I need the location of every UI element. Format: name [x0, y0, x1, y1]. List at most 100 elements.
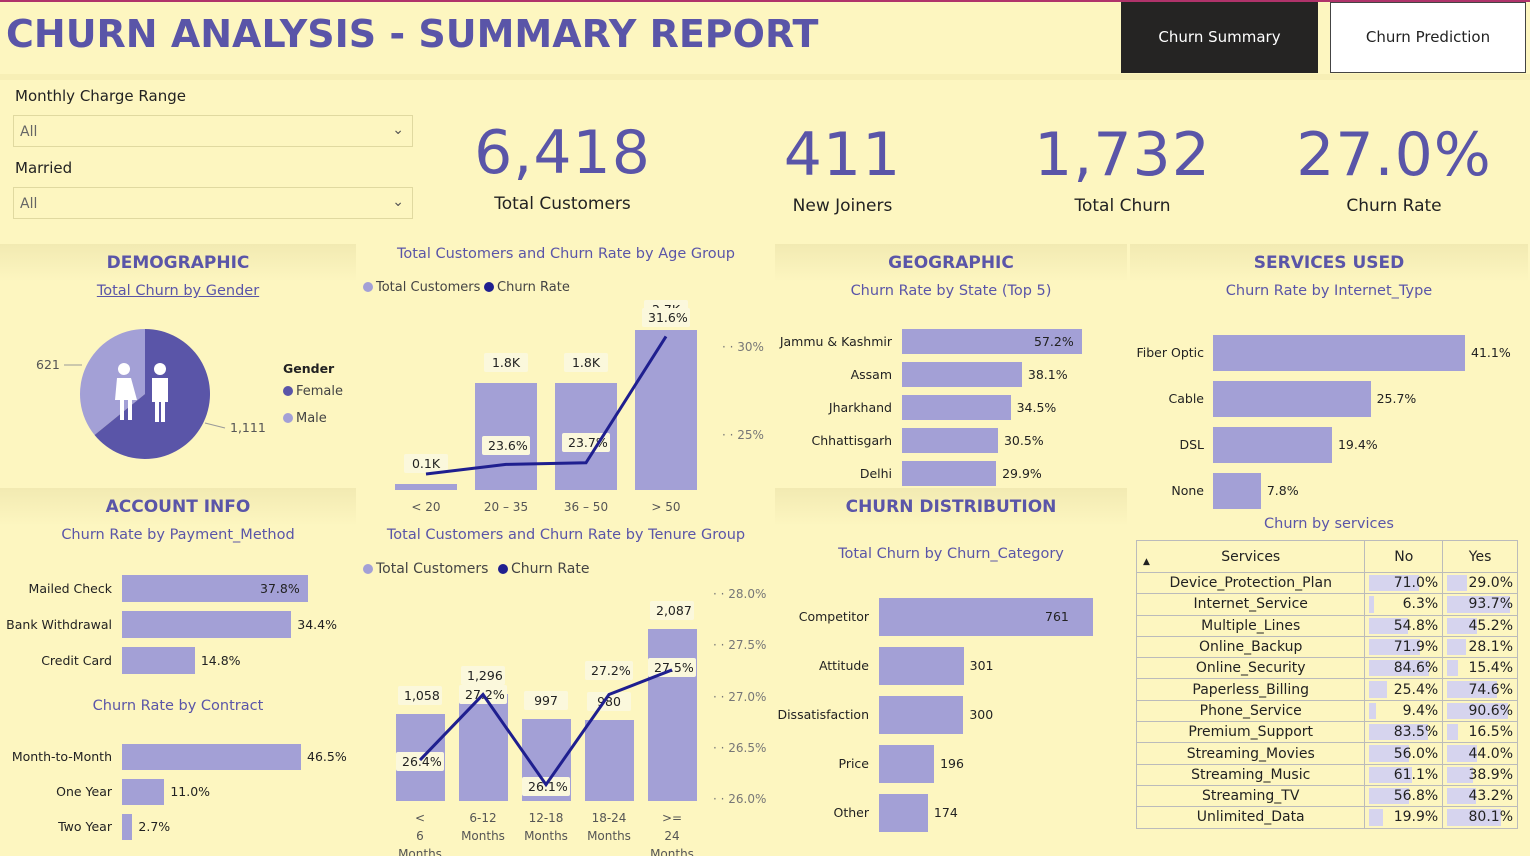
bar-category-label: Competitor: [798, 609, 869, 624]
data-bar-fill: [1447, 660, 1458, 677]
bar-value-label: 2.7%: [138, 819, 171, 834]
table-row[interactable]: Phone_Service 9.4% 90.6%: [1135, 699, 1518, 723]
bar-category-label: Delhi: [859, 465, 892, 481]
table-row[interactable]: Paperless_Billing 25.4% 74.6%: [1135, 678, 1518, 701]
service-no-cell: 19.9%: [1364, 806, 1444, 829]
bar-value-label: 41.1%: [1471, 345, 1511, 360]
percent-value: 6.3%: [1402, 596, 1439, 613]
married-dropdown[interactable]: All ⌄: [13, 187, 413, 219]
bar-value-label: 57.2%: [1034, 333, 1074, 349]
column-header-no[interactable]: No: [1364, 540, 1444, 573]
service-no-cell: 71.9%: [1364, 635, 1444, 659]
bar: [1213, 335, 1465, 371]
bar-category-label: Bank Withdrawal: [6, 616, 112, 632]
age-legend-customers[interactable]: Total Customers: [363, 280, 480, 295]
bar: [902, 461, 997, 486]
tab-churn-summary[interactable]: Churn Summary: [1121, 2, 1318, 73]
bar: [902, 362, 1022, 387]
table-row[interactable]: Internet_Service 6.3% 93.7%: [1135, 593, 1518, 616]
column-header-services[interactable]: Services ▲: [1135, 540, 1366, 573]
table-row[interactable]: Online_Backup 71.9% 28.1%: [1135, 635, 1518, 659]
bar-value-label: 34.4%: [297, 616, 337, 632]
bar-value-label: 300: [969, 707, 994, 722]
data-bar-fill: [1369, 596, 1374, 613]
bar-category-label: Jammu & Kashmir: [779, 333, 892, 349]
table-row[interactable]: Online_Security 84.6% 15.4%: [1135, 657, 1518, 680]
percent-value: 56.0%: [1393, 745, 1439, 762]
gender-legend-male[interactable]: Male: [283, 411, 327, 426]
percent-value: 61.1%: [1393, 766, 1439, 783]
legend-dot: [363, 564, 373, 574]
table-row[interactable]: Unlimited_Data 19.9% 80.1%: [1135, 806, 1518, 829]
service-yes-cell: 16.5%: [1442, 721, 1518, 744]
table-header-row: Services ▲ No Yes: [1135, 540, 1518, 573]
table-row[interactable]: Device_Protection_Plan 71.0% 29.0%: [1135, 571, 1518, 595]
table-row[interactable]: Premium_Support 83.5% 16.5%: [1135, 721, 1518, 744]
right-axis-tick-label: · · 26.5%: [713, 741, 767, 755]
table-row[interactable]: Streaming_Music 61.1% 38.9%: [1135, 763, 1518, 786]
service-name-cell: Unlimited_Data: [1135, 806, 1366, 829]
legend-label: Churn Rate: [511, 561, 590, 577]
service-name-cell: Device_Protection_Plan: [1135, 571, 1366, 595]
bar-value-label: 174: [933, 805, 958, 820]
right-axis-tick-label: · · 27.0%: [713, 690, 767, 704]
bar-category-label: One Year: [56, 784, 112, 799]
bar-value-label: 37.8%: [260, 580, 300, 596]
services-table-title: Churn by services: [1264, 516, 1394, 532]
service-no-cell: 54.8%: [1364, 614, 1444, 637]
table-row[interactable]: Multiple_Lines 54.8% 45.2%: [1135, 614, 1518, 637]
bar-category-label: Fiber Optic: [1136, 345, 1204, 360]
percent-value: 56.8%: [1393, 788, 1439, 805]
service-no-cell: 9.4%: [1364, 699, 1444, 723]
kpi-churn-rate: 27.0%: [1296, 120, 1492, 190]
tab-churn-prediction[interactable]: Churn Prediction: [1330, 2, 1526, 73]
data-bar-fill: [1369, 681, 1388, 698]
table-row[interactable]: Streaming_TV 56.8% 43.2%: [1135, 784, 1518, 808]
pie-leader-female: [204, 422, 226, 429]
service-no-cell: 6.3%: [1364, 593, 1444, 616]
right-axis-tick-label: · · 30%: [722, 340, 764, 354]
bar-category-label: Chhattisgarh: [811, 432, 892, 448]
table-row[interactable]: Streaming_Movies 56.0% 44.0%: [1135, 742, 1518, 765]
bar-value-label: 196: [940, 756, 964, 771]
tenure-legend-rate[interactable]: Churn Rate: [498, 561, 589, 577]
column-header-label: Services: [1221, 548, 1281, 565]
percent-value: 93.7%: [1468, 596, 1513, 613]
service-yes-cell: 28.1%: [1442, 635, 1518, 659]
pie-label-male: 621: [36, 357, 60, 372]
trend-line-chart: [418, 668, 673, 788]
legend-label: Male: [296, 411, 327, 426]
legend-dot: [283, 413, 293, 423]
married-value: All: [20, 196, 38, 212]
churn-rate-line: [418, 668, 673, 788]
service-yes-cell: 93.7%: [1442, 593, 1518, 616]
demographic-title: DEMOGRAPHIC: [106, 253, 250, 273]
monthly-charge-dropdown[interactable]: All ⌄: [13, 115, 413, 147]
page-title: CHURN ANALYSIS - SUMMARY REPORT: [6, 12, 819, 56]
churn-rate-line: [425, 335, 668, 476]
payment-chart-title: Churn Rate by Payment_Method: [61, 527, 295, 543]
service-name-cell: Paperless_Billing: [1135, 678, 1366, 701]
column-header-yes[interactable]: Yes: [1442, 540, 1518, 573]
bar: [879, 794, 928, 832]
bar-value-label: 29.9%: [1002, 465, 1042, 481]
chevron-down-icon: ⌄: [392, 194, 404, 210]
age-legend-rate[interactable]: Churn Rate: [484, 280, 570, 295]
service-name-cell: Streaming_TV: [1135, 784, 1366, 808]
tenure-legend-customers[interactable]: Total Customers: [363, 561, 488, 577]
percent-value: 15.4%: [1468, 660, 1513, 677]
sort-ascending-icon: ▲: [1143, 557, 1150, 567]
gender-chart-title: Total Churn by Gender: [96, 283, 260, 299]
kpi-new-joiners: 411: [783, 120, 902, 190]
bar-category-label: DSL: [1179, 437, 1204, 452]
bar: [879, 696, 964, 734]
data-bar-fill: [1447, 575, 1467, 592]
bar-category-label: Credit Card: [41, 652, 112, 668]
percent-value: 83.5%: [1393, 724, 1439, 741]
service-name-cell: Multiple_Lines: [1135, 614, 1366, 637]
gender-legend-female[interactable]: Female: [283, 384, 343, 399]
bar: [902, 428, 998, 453]
percent-value: 71.9%: [1393, 639, 1439, 656]
bar-value-label: 19.4%: [1337, 437, 1378, 452]
bar: [122, 744, 301, 770]
